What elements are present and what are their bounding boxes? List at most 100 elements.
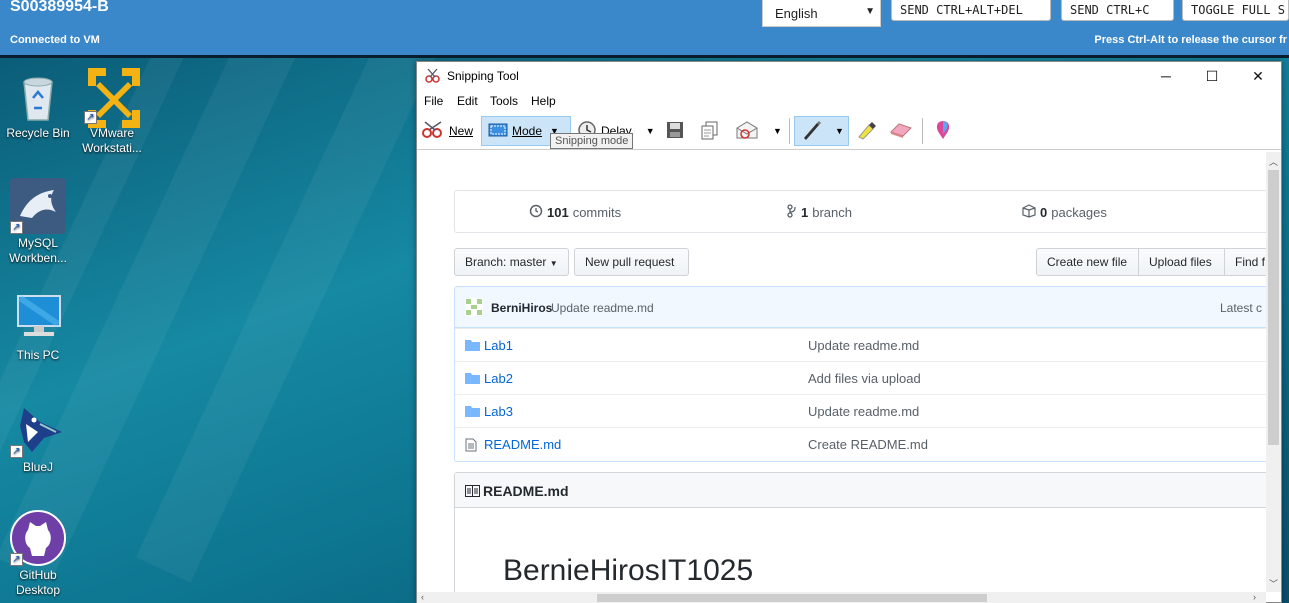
copy-button[interactable] — [700, 116, 720, 146]
packages-stat[interactable]: 0 packages — [1022, 204, 1107, 221]
save-icon — [665, 120, 685, 143]
find-file-button[interactable]: Find f — [1224, 248, 1266, 276]
recycle-bin-icon — [10, 68, 66, 124]
pen-button[interactable]: ▼ — [794, 116, 849, 146]
eraser-button[interactable] — [889, 116, 913, 146]
snip-canvas: 101 commits 1 branch 0 packages Branch: … — [417, 152, 1266, 592]
highlighter-button[interactable] — [855, 116, 877, 146]
folder-icon — [465, 372, 480, 387]
scroll-down-icon[interactable]: ﹀ — [1269, 577, 1278, 590]
upload-files-button[interactable]: Upload files — [1138, 248, 1225, 276]
commits-label: commits — [572, 205, 622, 220]
package-icon — [1022, 204, 1036, 221]
file-list: BerniHiros Update readme.md Latest c Lab… — [454, 286, 1266, 462]
send-snip-button[interactable]: ▼ — [735, 116, 782, 146]
book-icon — [465, 484, 480, 500]
desktop-icon-label: BlueJ — [22, 460, 54, 474]
avatar — [465, 298, 483, 319]
desktop-icon-vmware[interactable]: ↗ VMware Workstati... — [74, 68, 150, 156]
branch-stat[interactable]: 1 branch — [787, 204, 852, 221]
commits-stat[interactable]: 101 commits — [529, 204, 621, 221]
menu-file[interactable]: File — [424, 94, 443, 108]
mysql-icon: ↗ — [10, 178, 66, 234]
save-button[interactable] — [665, 116, 685, 146]
new-snip-button[interactable]: New — [421, 116, 473, 146]
commits-count: 101 — [547, 205, 569, 220]
table-row[interactable]: README.md Create README.md — [455, 427, 1266, 460]
send-ctrl-c-button[interactable]: SEND CTRL+C — [1061, 0, 1174, 21]
file-commit-message[interactable]: Add files via upload — [808, 371, 921, 386]
file-commit-message[interactable]: Update readme.md — [808, 404, 919, 419]
branch-select-label: Branch: master — [465, 255, 547, 269]
scissors-icon — [421, 120, 445, 143]
history-icon — [529, 204, 543, 221]
copy-icon — [700, 120, 720, 143]
chevron-down-icon: ▼ — [835, 126, 844, 136]
desktop-icon-label: This PC — [16, 348, 60, 362]
commit-message[interactable]: Update readme.md — [551, 301, 654, 315]
maximize-button[interactable]: ☐ — [1189, 62, 1235, 90]
desktop-icon-label: GitHub Desktop — [15, 568, 61, 597]
paint3d-button[interactable] — [933, 116, 953, 146]
mode-label: Mode — [512, 124, 543, 138]
repo-stats: 101 commits 1 branch 0 packages — [454, 190, 1266, 233]
scroll-thumb[interactable] — [1268, 170, 1279, 445]
readme-title: BernieHirosIT1025 — [503, 554, 754, 587]
desktop-icon-github-desktop[interactable]: ↗ GitHub Desktop — [0, 510, 76, 598]
minimize-button[interactable]: ─ — [1143, 62, 1189, 90]
menu-tools[interactable]: Tools — [490, 94, 518, 108]
scroll-right-icon[interactable]: › — [1253, 592, 1256, 602]
table-row[interactable]: Lab1 Update readme.md — [455, 328, 1266, 361]
shortcut-arrow-icon: ↗ — [10, 221, 23, 234]
create-new-file-button[interactable]: Create new file — [1036, 248, 1139, 276]
send-ctrl-alt-del-button[interactable]: SEND CTRL+ALT+DEL — [891, 0, 1051, 21]
pen-icon — [801, 119, 823, 144]
file-commit-message[interactable]: Create README.md — [808, 437, 928, 452]
vm-status: Connected to VM — [10, 34, 100, 46]
rectangle-snip-icon — [488, 122, 508, 141]
desktop-icon-recycle-bin[interactable]: Recycle Bin — [0, 68, 76, 141]
snipping-tool-window: Snipping Tool ─ ☐ ✕ File Edit Tools Help… — [416, 61, 1282, 603]
release-cursor-hint: Press Ctrl-Alt to release the cursor fr — [1094, 34, 1287, 46]
mode-tooltip: Snipping mode — [550, 133, 634, 149]
file-name[interactable]: Lab3 — [484, 404, 513, 419]
chevron-down-icon: ▼ — [549, 259, 558, 268]
new-pull-request-button[interactable]: New pull request — [574, 248, 689, 276]
toggle-fullscreen-button[interactable]: TOGGLE FULL S — [1182, 0, 1289, 21]
desktop-icon-this-pc[interactable]: This PC — [0, 290, 76, 363]
branch-icon — [787, 204, 797, 221]
horizontal-scrollbar[interactable]: ‹ › — [417, 592, 1266, 603]
table-row[interactable]: Lab2 Add files via upload — [455, 361, 1266, 394]
commit-author[interactable]: BerniHiros — [491, 301, 552, 315]
shortcut-arrow-icon: ↗ — [10, 445, 23, 458]
table-row[interactable]: Lab3 Update readme.md — [455, 394, 1266, 427]
desktop-icon-mysql[interactable]: ↗ MySQL Workben... — [0, 178, 76, 266]
scroll-left-icon[interactable]: ‹ — [421, 592, 424, 602]
title-bar: Snipping Tool ─ ☐ ✕ — [417, 62, 1281, 90]
desktop-icon-label: Recycle Bin — [6, 126, 70, 140]
readme-header-label: README.md — [483, 483, 569, 499]
highlighter-icon — [855, 119, 877, 144]
desktop-icon-bluej[interactable]: ↗ BlueJ — [0, 402, 76, 475]
folder-icon — [465, 405, 480, 420]
new-label: New — [449, 124, 474, 138]
menu-help[interactable]: Help — [531, 94, 556, 108]
file-commit-message[interactable]: Update readme.md — [808, 338, 919, 353]
bluej-icon: ↗ — [10, 402, 66, 458]
vertical-scrollbar[interactable]: ︿ ﹀ — [1266, 152, 1281, 592]
scroll-up-icon[interactable]: ︿ — [1269, 155, 1278, 168]
close-button[interactable]: ✕ — [1235, 62, 1281, 90]
file-name[interactable]: Lab2 — [484, 371, 513, 386]
computer-icon — [10, 290, 66, 346]
branch-count: 1 — [801, 205, 809, 220]
github-icon: ↗ — [10, 510, 66, 566]
branch-select-button[interactable]: Branch: master ▼ — [454, 248, 569, 276]
packages-count: 0 — [1040, 205, 1048, 220]
file-name[interactable]: Lab1 — [484, 338, 513, 353]
file-name[interactable]: README.md — [484, 437, 561, 452]
language-select[interactable]: English ▼ — [762, 0, 881, 27]
shortcut-arrow-icon: ↗ — [10, 553, 23, 566]
scroll-thumb[interactable] — [597, 594, 987, 602]
latest-commit-bar: BerniHiros Update readme.md Latest c — [455, 287, 1266, 328]
menu-edit[interactable]: Edit — [457, 94, 478, 108]
